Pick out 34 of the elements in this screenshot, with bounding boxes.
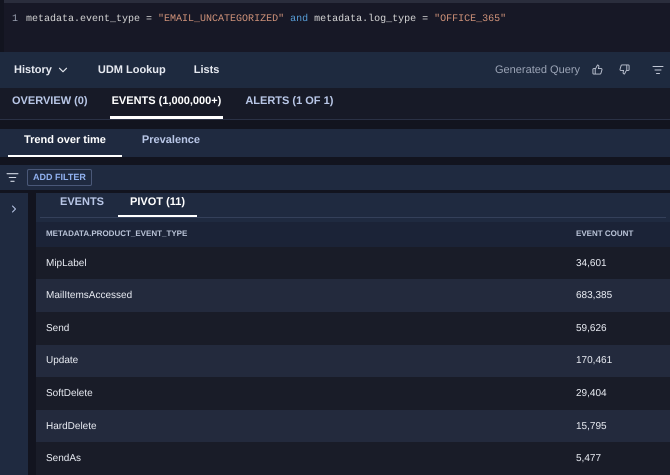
table-cell-text: 34,601 — [576, 256, 608, 271]
table-cell-text: 15,795 — [576, 420, 608, 434]
line-number: 1 — [12, 13, 18, 27]
thumbs-down-icon[interactable] — [619, 64, 630, 76]
results-tab[interactable]: OVERVIEW (0) — [12, 93, 88, 119]
table-cell-text: Send — [45, 322, 70, 336]
toolbar-button[interactable]: UDM Lookup — [98, 62, 166, 78]
table-cell-text: HardDelete — [45, 420, 98, 434]
results-tab[interactable]: EVENTS (1,000,000+) — [110, 93, 224, 119]
query-editor[interactable]: 1 metadata.event_type = "EMAIL_UNCATEGORIZED" and metadata.log_type = "OFFICE_365" — [4, 0, 670, 52]
table-cell-text: 683,385 — [576, 289, 614, 304]
toolbar-button[interactable]: History — [14, 62, 70, 78]
view-tab[interactable]: Trend over time — [8, 132, 122, 157]
column-header: METADATA.PRODUCT_EVENT_TYPE — [45, 228, 188, 240]
add-filter-button[interactable]: ADD FILTER — [27, 168, 92, 186]
table-cell-text: SoftDelete — [45, 387, 94, 402]
generated-query-label: Generated Query — [495, 62, 580, 78]
table-cell-text: 5,477 — [576, 452, 602, 466]
table-cell-text: 59,626 — [576, 322, 608, 336]
filter-icon[interactable] — [6, 170, 19, 184]
table-cell-text: SendAs — [45, 452, 82, 466]
query-text: metadata.event_type = "EMAIL_UNCATEGORIZED" and metadata.log_type = "OFFICE_365" — [26, 12, 506, 27]
thumbs-up-icon[interactable] — [592, 64, 603, 76]
column-header: EVENT COUNT — [576, 228, 634, 240]
results-tab[interactable]: ALERTS (1 OF 1) — [245, 93, 334, 119]
table-cell-text: Update — [45, 354, 80, 368]
view-tab[interactable]: Prevalence — [142, 132, 200, 157]
result-tab[interactable]: EVENTS — [48, 194, 116, 217]
result-tab[interactable]: PIVOT (11) — [118, 194, 198, 217]
table-cell-text: 29,404 — [576, 387, 608, 402]
table-cell-text: MipLabel — [45, 256, 88, 271]
toolbar-button[interactable]: Lists — [194, 62, 220, 78]
table-cell-text: 170,461 — [576, 354, 614, 368]
table-cell-text: MailItemsAccessed — [45, 289, 134, 304]
